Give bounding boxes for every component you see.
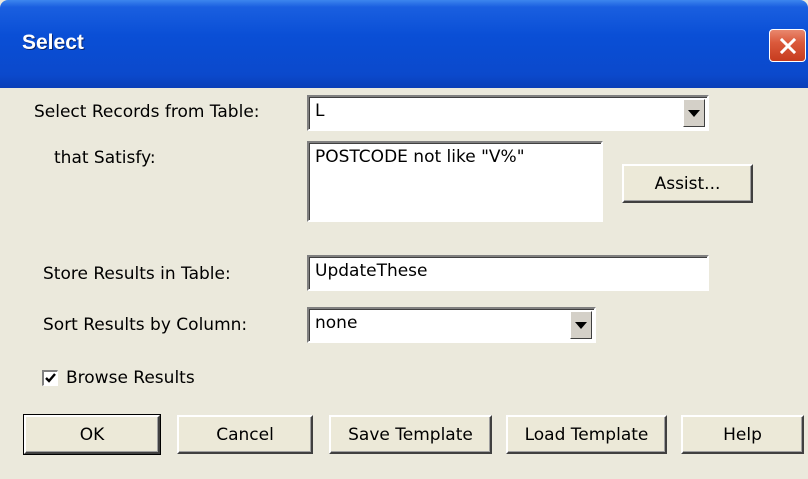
browse-results-checkbox[interactable] — [42, 370, 58, 386]
sort-column-value: none — [315, 313, 358, 333]
help-button[interactable]: Help — [681, 415, 804, 454]
store-results-value: UpdateThese — [315, 261, 428, 281]
save-template-button[interactable]: Save Template — [329, 415, 492, 454]
store-results-input[interactable]: UpdateThese — [307, 255, 709, 291]
sort-results-label: Sort Results by Column: — [43, 315, 248, 335]
condition-value: POSTCODE not like "V%" — [315, 147, 525, 167]
condition-input[interactable]: POSTCODE not like "V%" — [307, 141, 603, 222]
select-records-label: Select Records from Table: — [34, 102, 260, 122]
sort-column-select[interactable]: none — [307, 307, 596, 343]
close-icon — [779, 37, 796, 54]
assist-button[interactable]: Assist... — [622, 164, 753, 203]
store-results-label: Store Results in Table: — [43, 264, 231, 284]
cancel-button[interactable]: Cancel — [177, 415, 313, 454]
window-title: Select — [22, 31, 84, 54]
ok-button[interactable]: OK — [23, 414, 161, 455]
that-satisfy-label: that Satisfy: — [54, 148, 156, 168]
dialog-body: Select Records from Table: L that Satisf… — [0, 88, 808, 479]
load-template-button[interactable]: Load Template — [506, 415, 667, 454]
close-button[interactable] — [769, 29, 806, 62]
title-bar[interactable]: Select — [0, 0, 808, 88]
table-select[interactable]: L — [307, 95, 709, 131]
chevron-down-icon[interactable] — [570, 311, 592, 339]
checkmark-icon — [45, 373, 56, 383]
table-select-value: L — [315, 101, 325, 121]
chevron-down-icon[interactable] — [683, 99, 705, 127]
browse-results-label[interactable]: Browse Results — [66, 368, 195, 388]
